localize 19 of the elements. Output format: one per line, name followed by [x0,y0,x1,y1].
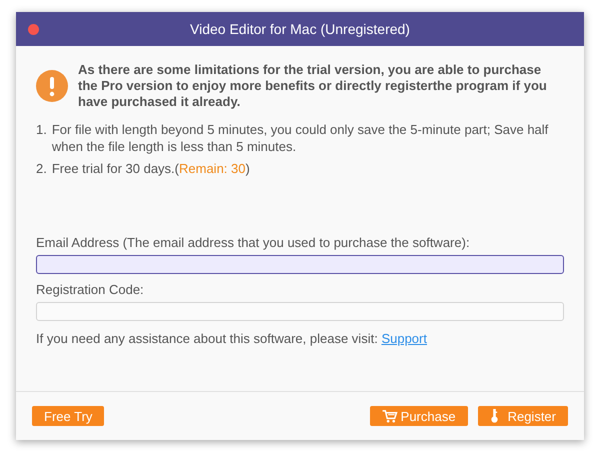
window-title: Video Editor for Mac (Unregistered) [190,21,410,37]
close-button[interactable] [28,24,39,35]
email-field[interactable] [36,255,564,274]
list-number: 2. [36,160,47,177]
help-text: If you need any assistance about this software, please visit: [36,331,378,346]
limit-text: Free trial for 30 days.(Remain: 30) [52,160,250,177]
key-icon [490,409,499,423]
notice-text: As there are some limitations for the trial version, you are able to purchase the Pro version to enjoy more benefits or directly registerthe program if you have purchased it already. [78,62,548,110]
field-label: Email Address (The email address that you used to purchase the software): [36,235,471,251]
list-number: 1. [36,121,47,139]
register-button[interactable]: Register [478,406,568,426]
free-try-button[interactable]: Free Try [32,406,104,426]
support-link[interactable]: Support [381,331,427,346]
field-label: Registration Code: [36,282,145,298]
code-field[interactable] [36,302,564,321]
limit-text: For file with length beyond 5 minutes, you could only save the 5-minute part; Save half when the file length is less than 5 minutes. [52,121,550,155]
purchase-button[interactable]: Purchase [370,406,468,426]
warning-icon [36,70,68,102]
cart-icon [382,410,398,422]
